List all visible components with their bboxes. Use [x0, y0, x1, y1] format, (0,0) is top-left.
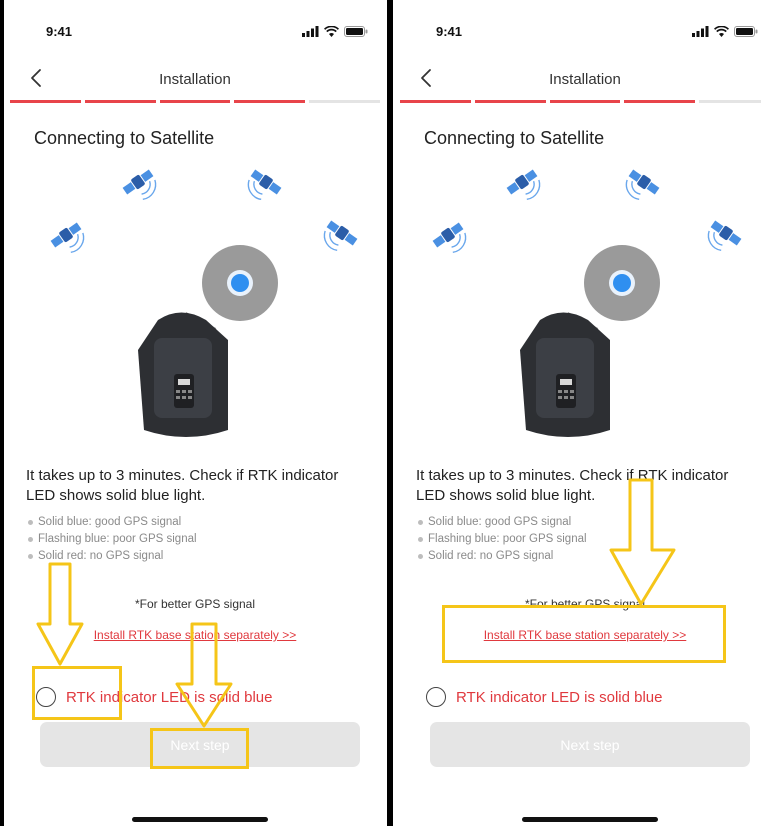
- led-indicator-icon: [613, 274, 631, 292]
- annotation-highlight-box: [150, 728, 249, 769]
- led-status-legend: Solid blue: good GPS signal Flashing blu…: [28, 514, 368, 565]
- satellite-icon: [50, 222, 85, 254]
- battery-icon: [734, 26, 758, 37]
- progress-segment: [159, 100, 231, 103]
- progress-segment: [84, 100, 156, 103]
- phone-screen-left: 9:41 Installation Connecting to Satellit…: [6, 0, 384, 826]
- signal-icon: [302, 26, 319, 37]
- status-bar: 9:41: [6, 18, 384, 44]
- legend-text: Solid blue: good GPS signal: [38, 516, 182, 528]
- progress-segment: [699, 100, 761, 103]
- progress-segment: [234, 100, 306, 103]
- satellite-icon: [625, 169, 660, 201]
- satellite-icon: [122, 169, 157, 201]
- home-indicator: [522, 817, 658, 822]
- rtk-station-icon: [138, 245, 278, 437]
- satellite-icon: [323, 220, 358, 252]
- bullet-dot-icon: [28, 554, 33, 559]
- signal-icon: [692, 26, 709, 37]
- list-item: Solid red: no GPS signal: [418, 548, 758, 565]
- phone-screen-right: 9:41 Installation Connecting to Satellit…: [396, 0, 761, 826]
- rtk-station-icon: [520, 245, 660, 437]
- battery-icon: [344, 26, 368, 37]
- satellite-icon: [506, 169, 541, 201]
- bullet-dot-icon: [418, 537, 423, 542]
- progress-segment: [10, 100, 81, 103]
- annotation-highlight-box: [442, 605, 726, 663]
- bullet-dot-icon: [418, 520, 423, 525]
- screens-divider: [387, 0, 393, 826]
- progress-segment: [309, 100, 380, 103]
- confirm-radio[interactable]: [426, 687, 446, 707]
- progress-segment: [624, 100, 696, 103]
- led-confirm-option[interactable]: RTK indicator LED is solid blue: [426, 687, 662, 707]
- section-heading: Connecting to Satellite: [424, 128, 605, 148]
- annotation-arrow-icon: [36, 562, 84, 666]
- step-progress: [10, 100, 380, 103]
- next-step-button[interactable]: Next step: [430, 722, 750, 767]
- legend-text: Solid blue: good GPS signal: [428, 516, 572, 528]
- wifi-icon: [714, 26, 729, 37]
- list-item: Flashing blue: poor GPS signal: [28, 531, 368, 548]
- led-indicator-icon: [231, 274, 249, 292]
- satellite-icon: [707, 220, 742, 252]
- status-bar: 9:41: [396, 18, 761, 44]
- rtk-satellite-illustration: [432, 169, 742, 437]
- confirm-label: RTK indicator LED is solid blue: [456, 688, 663, 706]
- page-title: Installation: [549, 71, 621, 88]
- annotation-arrow-icon: [609, 478, 676, 606]
- list-item: Solid blue: good GPS signal: [418, 514, 758, 531]
- led-status-legend: Solid blue: good GPS signal Flashing blu…: [418, 514, 758, 565]
- status-time: 9:41: [436, 24, 463, 39]
- list-item: Flashing blue: poor GPS signal: [418, 531, 758, 548]
- bullet-dot-icon: [28, 520, 33, 525]
- annotation-highlight-box: [32, 666, 122, 720]
- home-indicator: [132, 817, 268, 822]
- satellite-icon: [432, 222, 467, 254]
- nav-bar: Installation: [6, 62, 384, 96]
- legend-text: Solid red: no GPS signal: [428, 550, 554, 562]
- list-item: Solid blue: good GPS signal: [28, 514, 368, 531]
- progress-segment: [474, 100, 546, 103]
- page-title: Installation: [159, 71, 231, 88]
- instruction-text: It takes up to 3 minutes. Check if RTK i…: [26, 467, 339, 504]
- legend-text: Flashing blue: poor GPS signal: [38, 533, 197, 545]
- step-progress: [400, 100, 761, 103]
- legend-text: Flashing blue: poor GPS signal: [428, 533, 587, 545]
- section-heading: Connecting to Satellite: [34, 128, 215, 148]
- frame-edge-left: [0, 0, 4, 826]
- progress-segment: [549, 100, 621, 103]
- bullet-dot-icon: [28, 537, 33, 542]
- nav-bar: Installation: [396, 62, 761, 96]
- wifi-icon: [324, 26, 339, 37]
- bullet-dot-icon: [418, 554, 423, 559]
- satellite-icon: [247, 169, 282, 201]
- progress-segment: [400, 100, 471, 103]
- instruction-text: It takes up to 3 minutes. Check if RTK i…: [416, 467, 729, 504]
- status-time: 9:41: [46, 24, 73, 39]
- rtk-satellite-illustration: [50, 169, 358, 437]
- annotation-arrow-icon: [175, 622, 233, 728]
